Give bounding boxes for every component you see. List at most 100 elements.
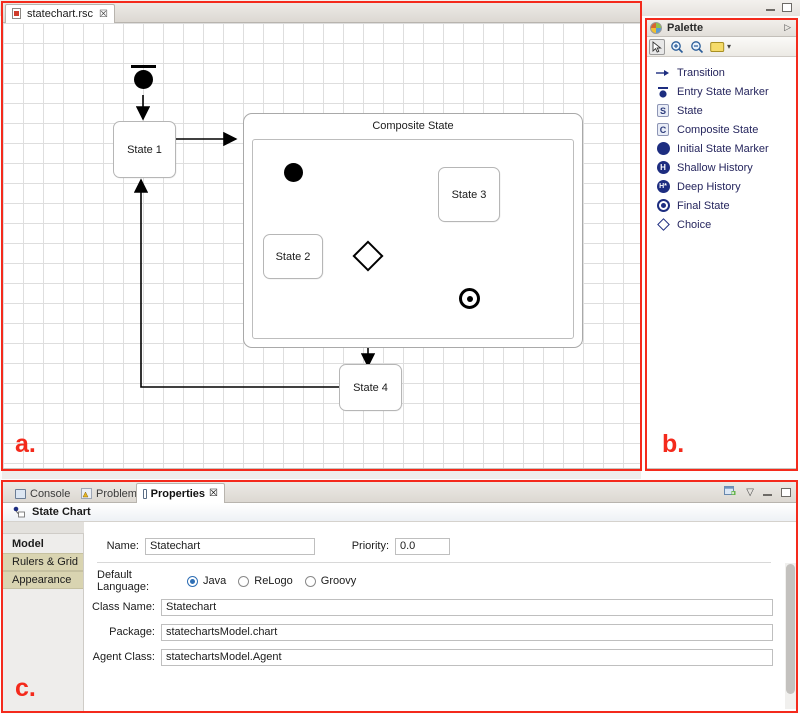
editor-tab-statechart[interactable]: statechart.rsc ☒ [5, 4, 115, 23]
editor-horizontal-scrollbar[interactable] [2, 469, 641, 479]
name-field[interactable]: Statechart [145, 537, 315, 555]
magnifier-minus-glyph [691, 40, 704, 53]
side-tab-rulers-grid[interactable]: Rulers & Grid [3, 553, 83, 571]
default-language-label: Default Language: [97, 569, 149, 593]
form-divider [97, 562, 771, 563]
agent-class-label: Agent Class: [92, 651, 155, 663]
magnifier-plus-glyph [671, 40, 684, 53]
minimize-icon[interactable] [763, 489, 772, 496]
palette-title: Palette [667, 21, 704, 34]
select-tool-icon[interactable] [649, 38, 665, 55]
side-tab-label: Appearance [12, 574, 72, 586]
final-state-node[interactable] [459, 288, 480, 309]
radio-relogo[interactable] [238, 575, 250, 587]
properties-header: State Chart [3, 503, 797, 522]
palette-pane: Palette ▷ ▾ Transition Entry State Marke… [645, 18, 798, 469]
agent-class-row: Agent Class: statechartsModel.Agent [85, 647, 783, 667]
statechart-editor: statechart.rsc ☒ State 1 Composite State… [2, 2, 641, 469]
eclipse-statechart-window: statechart.rsc ☒ State 1 Composite State… [0, 0, 800, 714]
palette-item-label: Final State [677, 199, 730, 212]
state-node-state-2[interactable]: State 2 [263, 234, 323, 279]
properties-header-title: State Chart [32, 506, 91, 518]
class-name-label: Class Name: [92, 601, 155, 613]
initial-state-marker[interactable] [134, 70, 153, 89]
composite-state-badge-icon: C [656, 123, 670, 137]
annotation-label-a: a. [15, 430, 36, 458]
entry-state-marker[interactable] [131, 65, 156, 68]
maximize-icon[interactable] [781, 488, 791, 497]
close-icon[interactable]: ☒ [99, 9, 108, 20]
state-badge-icon: S [656, 104, 670, 118]
entry-state-icon [656, 85, 670, 99]
palette-expand-icon[interactable]: ▷ [784, 22, 791, 33]
palette-item-label: Deep History [677, 180, 741, 193]
palette-item-entry-state-marker[interactable]: Entry State Marker [646, 82, 797, 101]
state-node-state-3[interactable]: State 3 [438, 167, 500, 222]
tab-properties[interactable]: Properties ☒ [136, 483, 225, 503]
palette-item-label: Transition [677, 66, 725, 79]
palette-item-list: Transition Entry State Marker S State C … [646, 57, 797, 234]
annotation-label-b: b. [662, 430, 685, 458]
window-minimize-icon[interactable] [766, 4, 775, 11]
cursor-arrow-glyph [652, 40, 662, 53]
window-maximize-icon[interactable] [782, 3, 792, 12]
properties-vertical-scrollbar[interactable] [785, 563, 796, 709]
editor-tabbar: statechart.rsc ☒ [3, 3, 640, 23]
layout-tool-icon[interactable] [709, 39, 725, 55]
rsc-file-icon [12, 8, 23, 20]
radio-groovy[interactable] [304, 575, 316, 587]
radio-groovy-label: Groovy [320, 575, 357, 587]
tab-console[interactable]: Console [9, 484, 81, 503]
view-menu-icon[interactable]: ▽ [746, 487, 754, 498]
scrollbar-thumb[interactable] [786, 564, 795, 694]
palette-item-transition[interactable]: Transition [646, 63, 797, 82]
palette-item-initial-state-marker[interactable]: Initial State Marker [646, 139, 797, 158]
palette-item-state[interactable]: S State [646, 101, 797, 120]
palette-item-label: Initial State Marker [677, 142, 769, 155]
deep-history-circle-icon: H* [656, 180, 670, 194]
inner-initial-state-marker[interactable] [284, 163, 303, 182]
palette-toolbar: ▾ [646, 37, 797, 57]
palette-item-choice[interactable]: Choice [646, 215, 797, 234]
palette-item-label: Choice [677, 218, 712, 231]
palette-item-label: Entry State Marker [677, 85, 769, 98]
side-tab-model[interactable]: Model [3, 535, 83, 553]
package-field[interactable]: statechartsModel.chart [161, 623, 773, 641]
composite-badge-letter: C [657, 123, 669, 136]
side-tab-label: Rulers & Grid [12, 556, 79, 568]
diagram-canvas[interactable]: State 1 Composite State State 2 State 3 [3, 23, 640, 468]
state-node-label: State 3 [451, 188, 487, 201]
class-name-field[interactable]: Statechart [161, 598, 773, 616]
zoom-out-tool-icon[interactable] [689, 39, 705, 55]
composite-state-node[interactable]: Composite State [243, 113, 583, 348]
side-tab-strip [3, 522, 84, 534]
state-chart-icon [13, 506, 26, 518]
agent-class-field[interactable]: statechartsModel.Agent [161, 648, 773, 666]
palette-item-composite-state[interactable]: C Composite State [646, 120, 797, 139]
properties-toolbar: ▽ [724, 485, 791, 500]
radio-java[interactable] [187, 575, 198, 587]
state-node-state-4[interactable]: State 4 [339, 364, 402, 411]
zoom-in-tool-icon[interactable] [669, 39, 685, 55]
arrow-icon [656, 66, 670, 80]
side-tab-appearance[interactable]: Appearance [3, 571, 83, 589]
palette-item-final-state[interactable]: Final State [646, 196, 797, 215]
deep-history-badge-letter: H* [656, 180, 670, 193]
properties-tabbar: Console Problems Properties ☒ ▽ [3, 482, 797, 503]
new-view-icon[interactable] [724, 485, 737, 500]
state-node-state-1[interactable]: State 1 [113, 121, 176, 178]
filled-circle-icon [656, 142, 670, 156]
radio-java-label: Java [203, 575, 227, 587]
close-icon[interactable]: ☒ [209, 488, 218, 499]
priority-field[interactable]: 0.0 [395, 537, 450, 555]
palette-item-shallow-history[interactable]: H Shallow History [646, 158, 797, 177]
chevron-down-icon[interactable]: ▾ [727, 42, 731, 51]
name-row: Name: Statechart Priority: 0.0 [85, 536, 783, 556]
package-row: Package: statechartsModel.chart [85, 622, 783, 642]
composite-state-label: Composite State [372, 120, 454, 132]
properties-pane: Console Problems Properties ☒ ▽ State Ch… [2, 481, 798, 712]
editor-tab-label: statechart.rsc [27, 8, 94, 20]
palette-item-deep-history[interactable]: H* Deep History [646, 177, 797, 196]
priority-label: Priority: [351, 540, 389, 552]
console-icon [15, 488, 26, 499]
